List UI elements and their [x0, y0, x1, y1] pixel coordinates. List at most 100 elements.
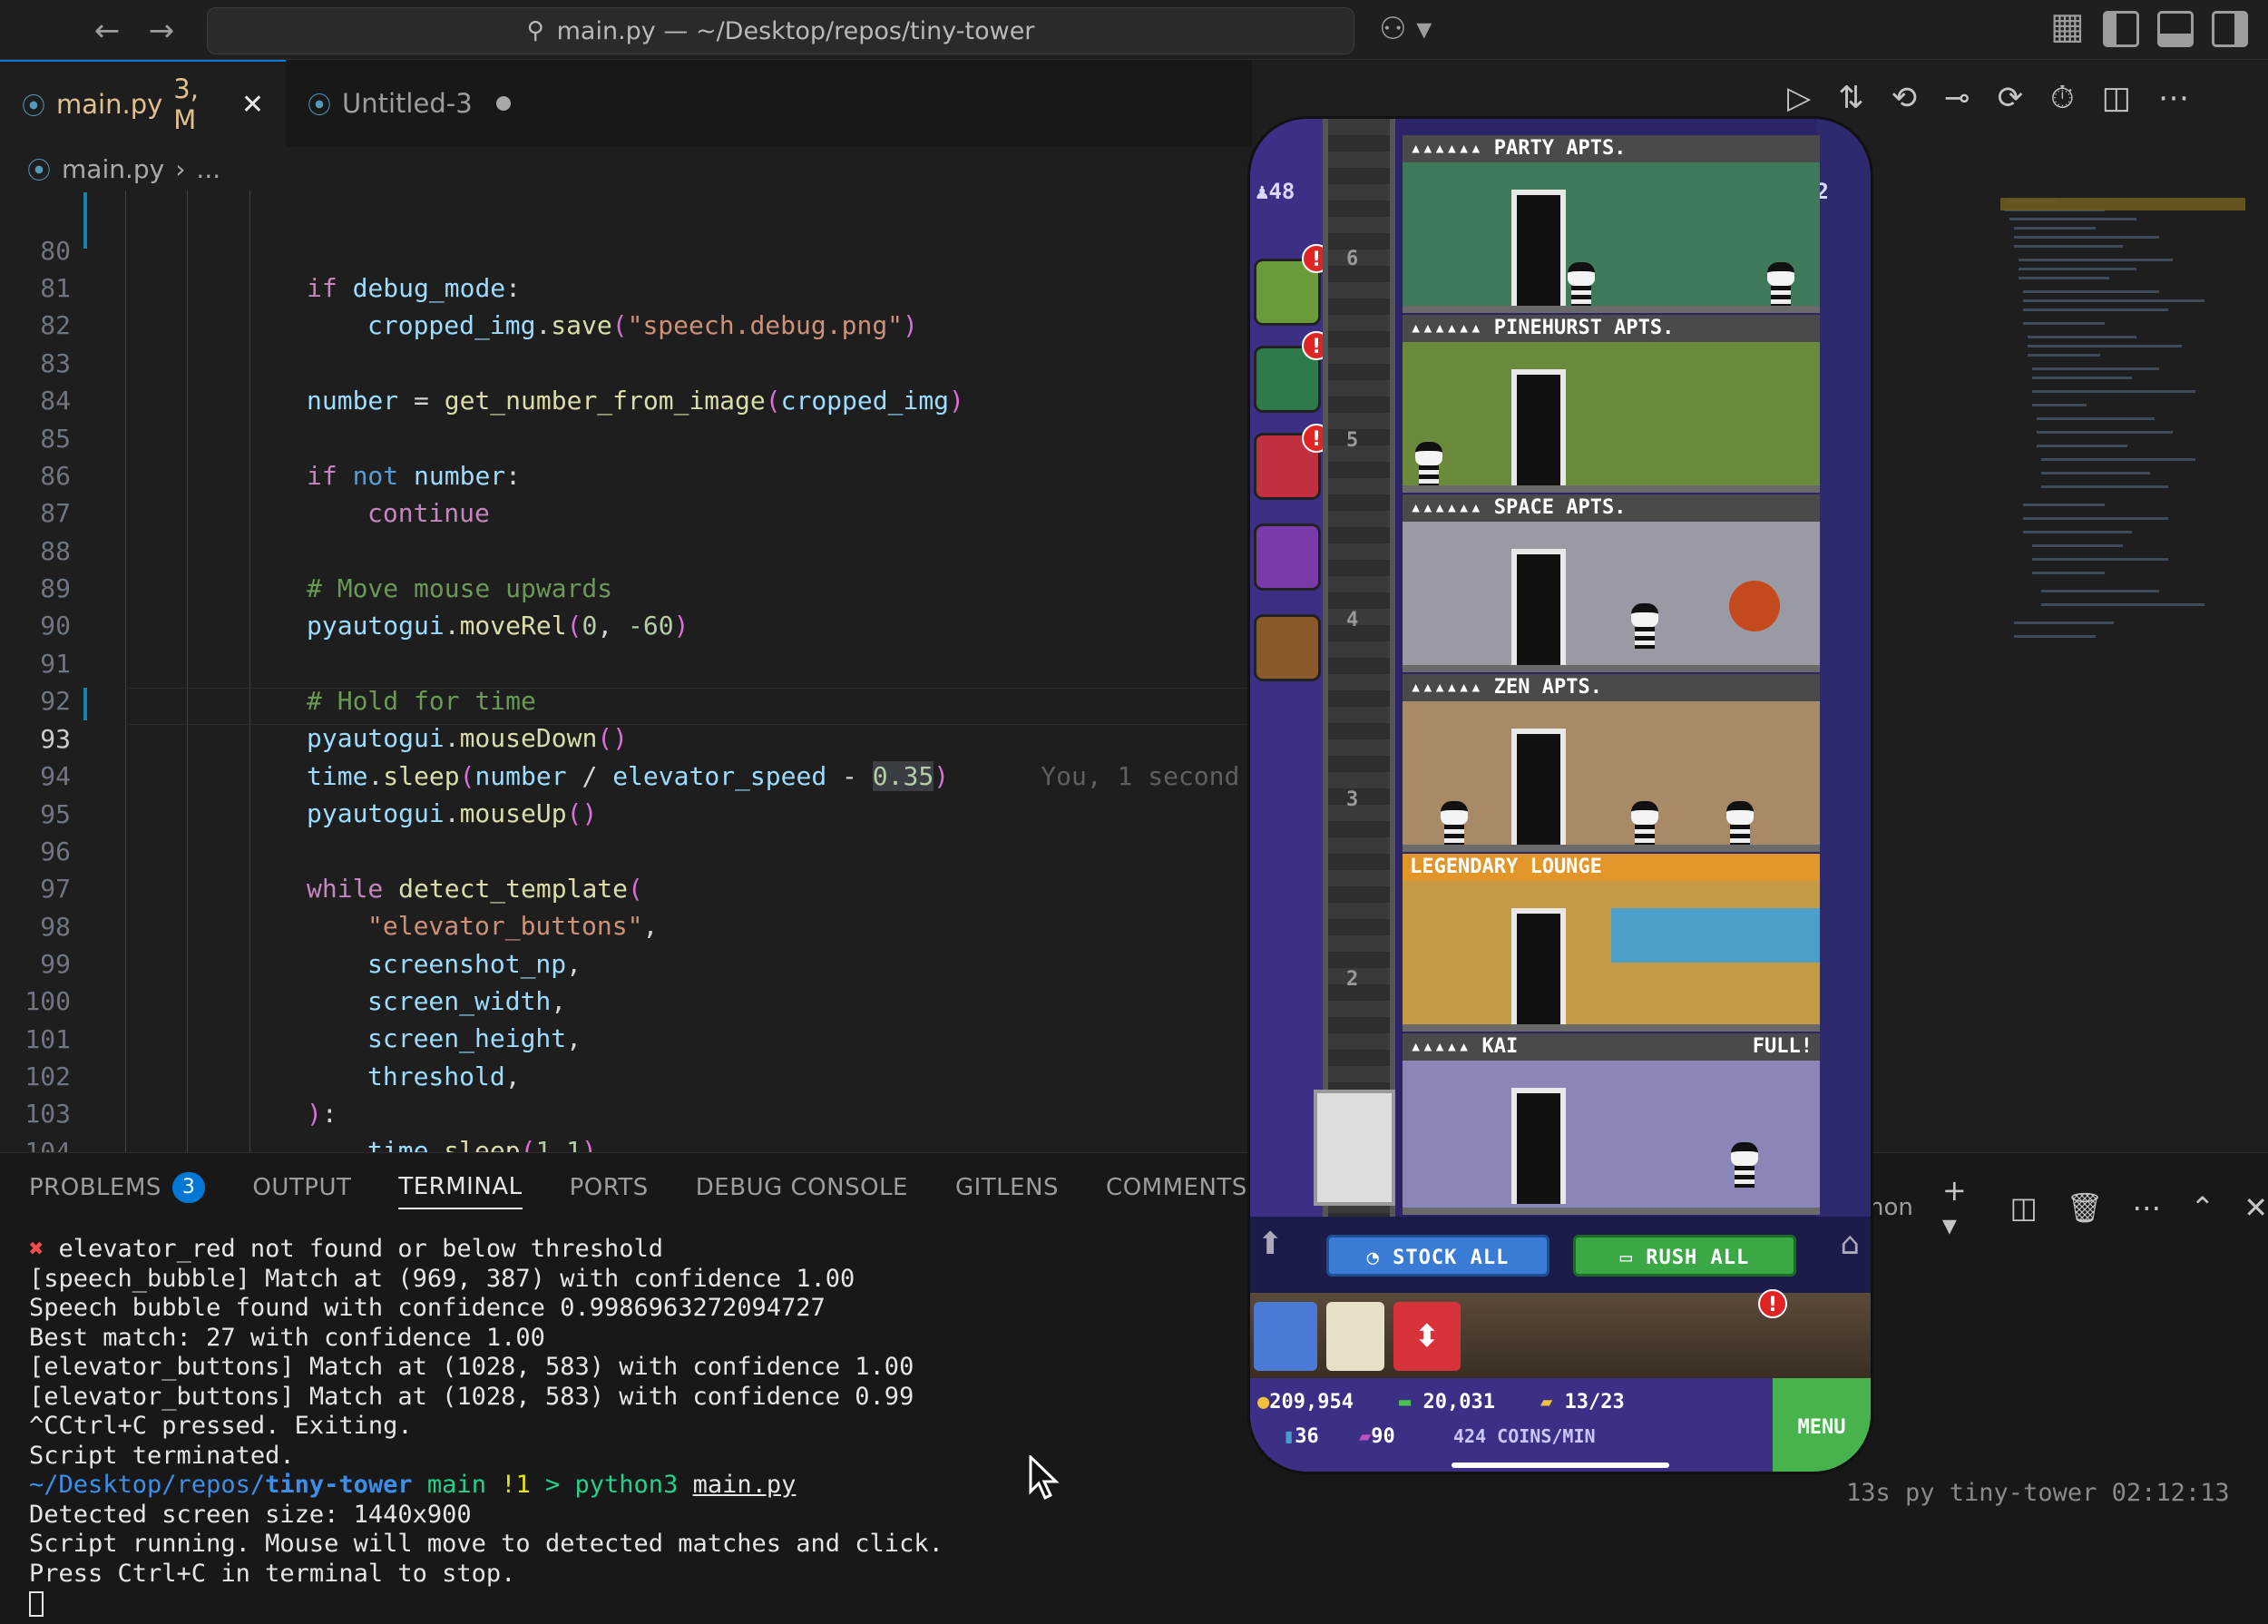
stock-all-button[interactable]: ◔ STOCK ALL	[1326, 1235, 1549, 1277]
code-line: 97 "elevator_buttons",	[0, 833, 1252, 941]
split-terminal-icon[interactable]: ◫	[2010, 1190, 2038, 1225]
breadcrumb: ⦿ main.py › ...	[0, 147, 1252, 191]
code-line: 89 pyautogui.moveRel(0, -60)	[0, 533, 1252, 641]
forward-arrow-icon[interactable]: →	[142, 11, 181, 51]
terminal-text: elevator_red not found or below threshol…	[58, 1235, 664, 1263]
source-control-icon[interactable]: ⇅	[1838, 80, 1864, 116]
tab-label: GITLENS	[954, 1174, 1060, 1201]
terminal-output[interactable]: ✖ elevator_red not found or below thresh…	[29, 1235, 943, 1619]
more-actions-icon[interactable]: ⋯	[2132, 1190, 2161, 1225]
tab-output[interactable]: OUTPUT	[252, 1166, 351, 1209]
bitizen-sprite[interactable]	[1729, 1142, 1760, 1188]
new-terminal-icon[interactable]: + ▾	[1942, 1173, 1981, 1242]
tab-main-py[interactable]: ⦿ main.py 3, M ✕	[0, 60, 286, 147]
floor-pinehurst-apts[interactable]: ▴▴▴▴▴▴ PINEHURST APTS.	[1403, 315, 1820, 493]
floor-zen-apts[interactable]: ▴▴▴▴▴▴ ZEN APTS.	[1403, 674, 1820, 852]
more-actions-icon[interactable]: ⋯	[2158, 80, 2189, 116]
gift-button[interactable]	[1254, 523, 1321, 591]
toggle-panel-icon[interactable]	[2157, 11, 2194, 47]
elevator-up-icon[interactable]: ⬆	[1257, 1226, 1284, 1262]
tab-label: PORTS	[569, 1174, 649, 1201]
code-line: 101 threshold,	[0, 983, 1252, 1091]
code-line: 94 pyautogui.mouseUp()	[0, 720, 1252, 828]
menu-button[interactable]: MENU	[1773, 1378, 1871, 1472]
tab-label: Untitled-3	[342, 88, 473, 119]
editor-actions: ▷ ⇅ ⟲ ⊸ ⟳ ⏱ ◫ ⋯	[1787, 80, 2189, 116]
breadcrumb-file[interactable]: main.py	[62, 154, 164, 184]
floor-space-apts[interactable]: ▴▴▴▴▴▴ SPACE APTS.	[1403, 494, 1820, 672]
tiny-tower-game-window[interactable]: ♟48 ! ! ! 6 5 4 3 2 ▦32 ▴▴▴▴▴▴ PARTY APT…	[1247, 116, 1873, 1474]
tab-problems[interactable]: PROBLEMS 3	[29, 1166, 206, 1209]
home-icon[interactable]: ⌂	[1840, 1226, 1860, 1262]
close-icon[interactable]: ✕	[241, 89, 264, 121]
vip-card-button[interactable]	[1254, 1302, 1317, 1371]
terminal-line: Script terminated.	[29, 1441, 295, 1470]
close-panel-icon[interactable]: ✕	[2244, 1190, 2268, 1225]
unsaved-dot-icon[interactable]	[495, 96, 511, 111]
minimap[interactable]	[1996, 181, 2268, 1152]
toggle-secondary-sidebar-icon[interactable]	[2212, 11, 2248, 47]
floor-party-apts[interactable]: ▴▴▴▴▴▴ PARTY APTS.	[1403, 135, 1820, 313]
bitizen-sprite[interactable]	[1725, 801, 1755, 845]
bitizen-sprite[interactable]	[1413, 442, 1444, 485]
trash-icon[interactable]: 🗑	[2067, 1190, 2104, 1225]
code-line: 102 ):	[0, 1021, 1252, 1129]
terminal-name-label[interactable]: non	[1869, 1194, 1913, 1221]
code-line: 83 number = get_number_from_image(croppe…	[0, 308, 1252, 416]
code-editor[interactable]: 80 if debug_mode: 81 cropped_img.save("s…	[0, 191, 1252, 1152]
tab-untitled-3[interactable]: ⦿ Untitled-3	[286, 60, 540, 147]
bitizen-sprite[interactable]	[1765, 262, 1796, 306]
bitizen-sprite[interactable]	[1566, 262, 1597, 306]
python-file-icon: ⦿	[27, 157, 52, 185]
floor-legendary-lounge[interactable]: LEGENDARY LOUNGE	[1403, 854, 1820, 1032]
maximize-panel-icon[interactable]: ⌃	[2190, 1190, 2214, 1225]
command-center-search[interactable]: ⚲ main.py — ~/Desktop/repos/tiny-tower	[207, 7, 1354, 54]
code-line: 99 screen_width,	[0, 908, 1252, 1016]
floor-door	[1511, 190, 1566, 306]
tickets-value: 13/23	[1564, 1391, 1625, 1414]
elevator-car[interactable]	[1314, 1090, 1395, 1206]
terminal-line: Best match: 27 with confidence 1.00	[29, 1323, 545, 1352]
code-line: 85 if not number:	[0, 383, 1252, 491]
breadcrumb-rest[interactable]: ...	[196, 154, 220, 184]
problems-count-badge: 3	[171, 1172, 206, 1203]
bitizen-sprite[interactable]	[1629, 801, 1660, 845]
terminal-line: Script running. Mouse will move to detec…	[29, 1530, 943, 1558]
build-card-button[interactable]	[1326, 1302, 1384, 1371]
split-editor-icon[interactable]: ◫	[2102, 80, 2131, 116]
commit-icon[interactable]: ⊸	[1944, 80, 1970, 116]
floor-number: 4	[1346, 609, 1359, 631]
code-line: 104 pyautogui.mouseDown()	[0, 1096, 1252, 1152]
bitizen-sprite[interactable]	[1629, 603, 1660, 649]
aquarium-decor	[1611, 908, 1820, 963]
floor-door	[1511, 908, 1566, 1024]
toggle-primary-sidebar-icon[interactable]	[2103, 11, 2139, 47]
tab-ports[interactable]: PORTS	[570, 1166, 649, 1209]
prompt-git-status: !1	[501, 1471, 531, 1499]
coin-rate-stat: 424 COINS/MIN	[1453, 1425, 1596, 1447]
elevator-arrows-button[interactable]: ⬍	[1393, 1302, 1461, 1371]
go-back-icon[interactable]: ⟲	[1892, 80, 1918, 116]
store-button[interactable]	[1254, 614, 1321, 681]
lobby-floor: ⬍ !	[1250, 1289, 1871, 1378]
copilot-icon[interactable]: ⚇ ▾	[1379, 11, 1432, 47]
tab-gitlens[interactable]: GITLENS	[955, 1166, 1059, 1209]
timeline-icon[interactable]: ⏱	[2050, 80, 2075, 116]
go-forward-icon[interactable]: ⟳	[1998, 80, 2024, 116]
code-line: 84	[0, 345, 1252, 416]
customize-layout-icon[interactable]	[2048, 5, 2085, 47]
tab-terminal[interactable]: TERMINAL	[398, 1166, 523, 1209]
panel-tab-bar: PROBLEMS 3 OUTPUT TERMINAL PORTS DEBUG C…	[29, 1166, 1247, 1209]
tab-comments[interactable]: COMMENTS	[1106, 1166, 1247, 1209]
tab-status: 3, M	[173, 73, 199, 135]
bitizen-sprite[interactable]	[1439, 801, 1470, 845]
run-icon[interactable]: ▷	[1787, 80, 1811, 116]
floor-kai[interactable]: ▴▴▴▴▴ KAI FULL!	[1403, 1033, 1820, 1215]
tab-debug-console[interactable]: DEBUG CONSOLE	[696, 1166, 908, 1209]
rush-all-button[interactable]: ▭ RUSH ALL	[1573, 1235, 1796, 1277]
back-arrow-icon[interactable]: ←	[87, 11, 127, 51]
code-line: 87	[0, 457, 1252, 528]
terminal-line: ^CCtrl+C pressed. Exiting.	[29, 1412, 413, 1440]
terminal-line: [elevator_buttons] Match at (1028, 583) …	[29, 1353, 914, 1381]
code-line: 92 pyautogui.mouseDown()	[0, 645, 1252, 753]
